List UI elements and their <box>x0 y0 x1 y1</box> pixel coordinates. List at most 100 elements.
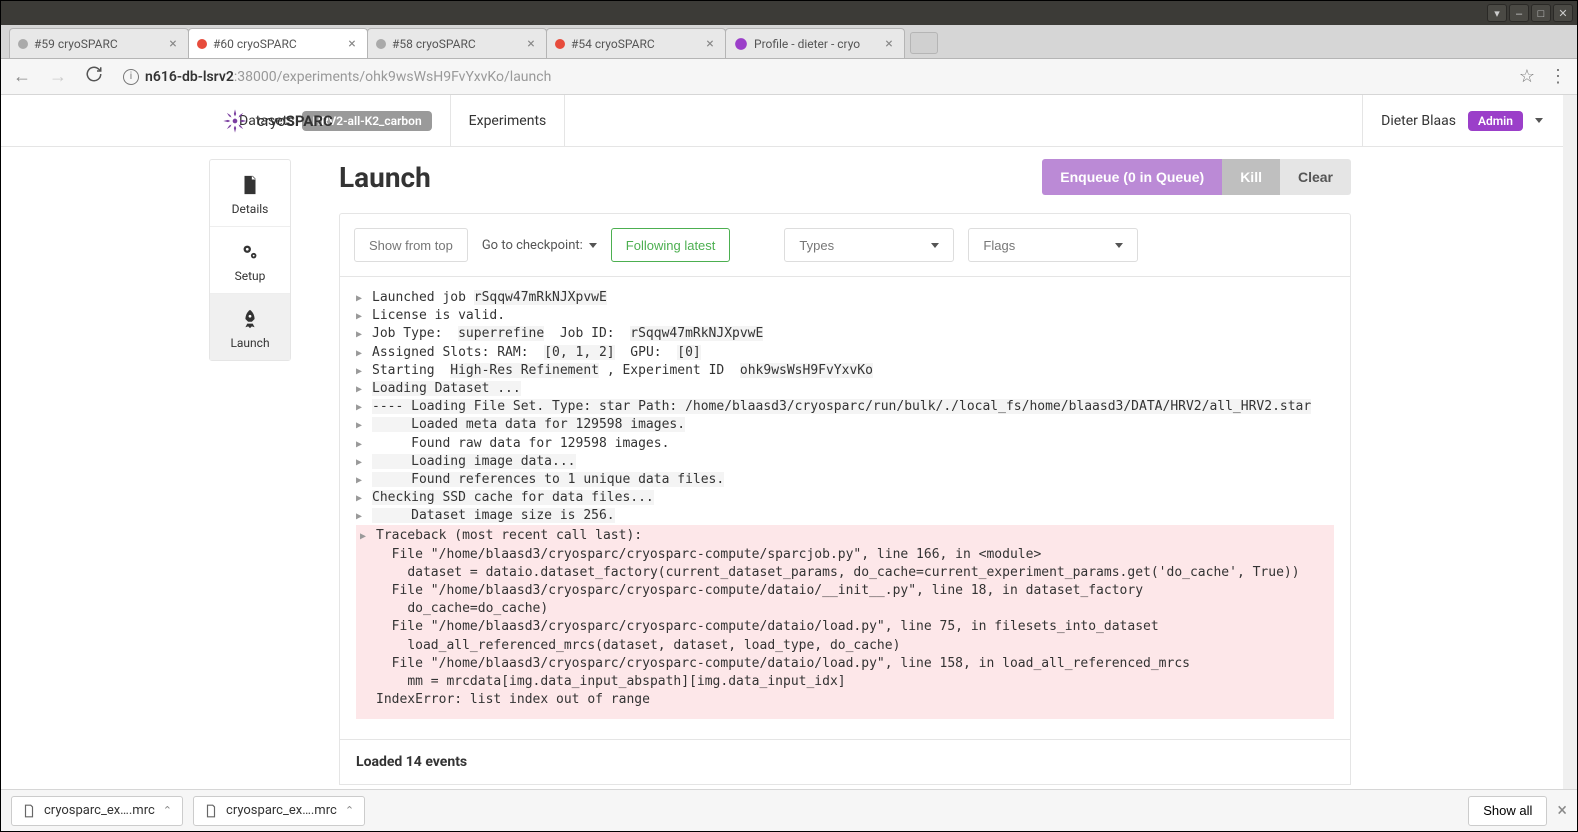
log-panel: ▶Launched job rSqqw47mRkNJXpvwE▶License … <box>339 277 1351 740</box>
log-text: Starting High-Res Refinement , Experimen… <box>372 362 873 380</box>
file-icon <box>204 803 218 819</box>
admin-badge: Admin <box>1468 111 1523 131</box>
site-info-icon[interactable]: i <box>123 69 139 85</box>
bookmark-icon[interactable]: ☆ <box>1519 66 1535 87</box>
address-bar[interactable]: i n616-db-lsrv2:38000/experiments/ohk9ws… <box>117 65 1509 89</box>
flags-dropdown[interactable]: Flags <box>968 228 1138 262</box>
chevron-down-icon[interactable] <box>1535 118 1543 123</box>
window-close-button[interactable]: ✕ <box>1553 4 1573 22</box>
reload-button[interactable] <box>81 63 107 90</box>
browser-tab[interactable]: #54 cryoSPARC × <box>546 28 726 58</box>
log-line: ▶Launched job rSqqw47mRkNJXpvwE <box>356 289 1334 307</box>
download-filename: cryosparc_ex….mrc <box>44 803 155 818</box>
sidebar: Details Setup Launch <box>209 159 291 361</box>
file-icon <box>22 803 36 819</box>
window-minimize-button[interactable]: ‒ <box>1509 4 1529 22</box>
log-text: Loading image data... <box>372 453 576 471</box>
clear-button[interactable]: Clear <box>1280 159 1351 195</box>
expand-caret-icon[interactable]: ▶ <box>356 289 372 306</box>
page-title: Launch <box>339 161 431 194</box>
log-line: ▶Job Type: superrefine Job ID: rSqqw47mR… <box>356 325 1334 343</box>
nav-user-menu[interactable]: Dieter Blaas Admin <box>1362 95 1543 147</box>
log-line: ▶Loading Dataset ... <box>356 380 1334 398</box>
browser-tab[interactable]: Profile - dieter - cryo × <box>725 28 905 58</box>
tab-favicon-icon <box>734 37 748 51</box>
expand-caret-icon[interactable]: ▶ <box>356 362 372 379</box>
tab-close-icon[interactable]: × <box>345 37 359 51</box>
expand-caret-icon[interactable]: ▶ <box>356 344 372 361</box>
expand-caret-icon[interactable]: ▶ <box>356 453 372 470</box>
sidebar-item-launch[interactable]: Launch <box>210 294 290 360</box>
window-maximize-button[interactable]: □ <box>1531 4 1551 22</box>
url-host: n616-db-lsrv2 <box>145 69 234 85</box>
expand-caret-icon[interactable]: ▶ <box>360 527 376 544</box>
expand-caret-icon[interactable]: ▶ <box>356 398 372 415</box>
tab-close-icon[interactable]: × <box>166 37 180 51</box>
chevron-down-icon <box>931 243 939 248</box>
log-line: ▶ Loading image data... <box>356 453 1334 471</box>
expand-caret-icon[interactable]: ▶ <box>356 489 372 506</box>
log-text: Job Type: superrefine Job ID: rSqqw47mRk… <box>372 325 763 343</box>
log-text: Found raw data for 129598 images. <box>372 435 669 453</box>
show-from-top-button[interactable]: Show from top <box>354 228 468 262</box>
chevron-up-icon[interactable]: ⌃ <box>345 804 354 817</box>
window-menu-button[interactable]: ▾ <box>1487 4 1507 22</box>
expand-caret-icon[interactable]: ▶ <box>356 416 372 433</box>
download-item[interactable]: cryosparc_ex….mrc ⌃ <box>11 796 183 826</box>
tab-status-icon <box>197 39 207 49</box>
download-item[interactable]: cryosparc_ex….mrc ⌃ <box>193 796 365 826</box>
dropdown-label: Go to checkpoint: <box>482 238 583 253</box>
expand-caret-icon[interactable]: ▶ <box>356 471 372 488</box>
brand-text: cryoSPARC <box>257 112 333 130</box>
browser-menu-icon[interactable]: ⋮ <box>1545 66 1569 87</box>
dropdown-label: Types <box>799 238 834 253</box>
browser-tab[interactable]: #58 cryoSPARC × <box>367 28 547 58</box>
browser-tab[interactable]: #59 cryoSPARC × <box>9 28 189 58</box>
sidebar-item-setup[interactable]: Setup <box>210 227 290 294</box>
expand-caret-icon[interactable]: ▶ <box>356 307 372 324</box>
page-body: Details Setup Launch Launch Enqueue (0 i… <box>1 147 1563 785</box>
page-header: Launch Enqueue (0 in Queue) Kill Clear <box>339 159 1351 195</box>
tab-title: #58 cryoSPARC <box>392 37 518 51</box>
tab-title: #54 cryoSPARC <box>571 37 697 51</box>
log-filterbar: Show from top Go to checkpoint: Followin… <box>339 213 1351 277</box>
log-line: ▶ Dataset image size is 256. <box>356 507 1334 525</box>
log-text: Checking SSD cache for data files... <box>372 489 654 507</box>
following-latest-button[interactable]: Following latest <box>611 228 731 262</box>
nav-experiments[interactable]: Experiments <box>451 95 566 147</box>
browser-toolbar: ← → i n616-db-lsrv2:38000/experiments/oh… <box>1 59 1577 95</box>
log-text: Assigned Slots: RAM: [0, 1, 2] GPU: [0] <box>372 344 701 362</box>
close-download-bar-icon[interactable]: × <box>1557 800 1567 821</box>
sidebar-item-details[interactable]: Details <box>210 160 290 227</box>
forward-button[interactable]: → <box>45 64 71 89</box>
types-dropdown[interactable]: Types <box>784 228 954 262</box>
tab-close-icon[interactable]: × <box>882 37 896 51</box>
expand-caret-icon[interactable]: ▶ <box>356 380 372 397</box>
tab-close-icon[interactable]: × <box>703 37 717 51</box>
browser-tab[interactable]: #60 cryoSPARC × <box>188 28 368 58</box>
goto-checkpoint-dropdown[interactable]: Go to checkpoint: <box>482 238 597 253</box>
tab-close-icon[interactable]: × <box>524 37 538 51</box>
show-all-downloads-button[interactable]: Show all <box>1468 796 1547 826</box>
sidebar-label: Details <box>232 202 269 216</box>
app-topnav: cryoSPARC Datasets HRV2-all-K2_carbon Ex… <box>1 95 1563 147</box>
brand[interactable]: cryoSPARC <box>221 107 333 135</box>
new-tab-button[interactable] <box>910 32 938 54</box>
enqueue-button[interactable]: Enqueue (0 in Queue) <box>1042 159 1222 195</box>
log-text: License is valid. <box>372 307 505 325</box>
log-line: ▶ Loaded meta data for 129598 images. <box>356 416 1334 434</box>
log-text: ---- Loading File Set. Type: star Path: … <box>372 398 1311 416</box>
url-path: :38000/experiments/ohk9wsWsH9FvYxvKo/lau… <box>234 69 551 85</box>
chevron-down-icon <box>1115 243 1123 248</box>
expand-caret-icon[interactable]: ▶ <box>356 435 372 452</box>
tab-title: Profile - dieter - cryo <box>754 37 876 51</box>
log-line: ▶Assigned Slots: RAM: [0, 1, 2] GPU: [0] <box>356 344 1334 362</box>
nav-label: Experiments <box>469 113 547 129</box>
expand-caret-icon[interactable]: ▶ <box>356 325 372 342</box>
window-frame: ▾ ‒ □ ✕ #59 cryoSPARC × #60 cryoSPARC × … <box>0 0 1578 832</box>
expand-caret-icon[interactable]: ▶ <box>356 507 372 524</box>
kill-button[interactable]: Kill <box>1222 159 1280 195</box>
rocket-icon <box>239 308 261 330</box>
back-button[interactable]: ← <box>9 64 35 89</box>
chevron-up-icon[interactable]: ⌃ <box>163 804 172 817</box>
